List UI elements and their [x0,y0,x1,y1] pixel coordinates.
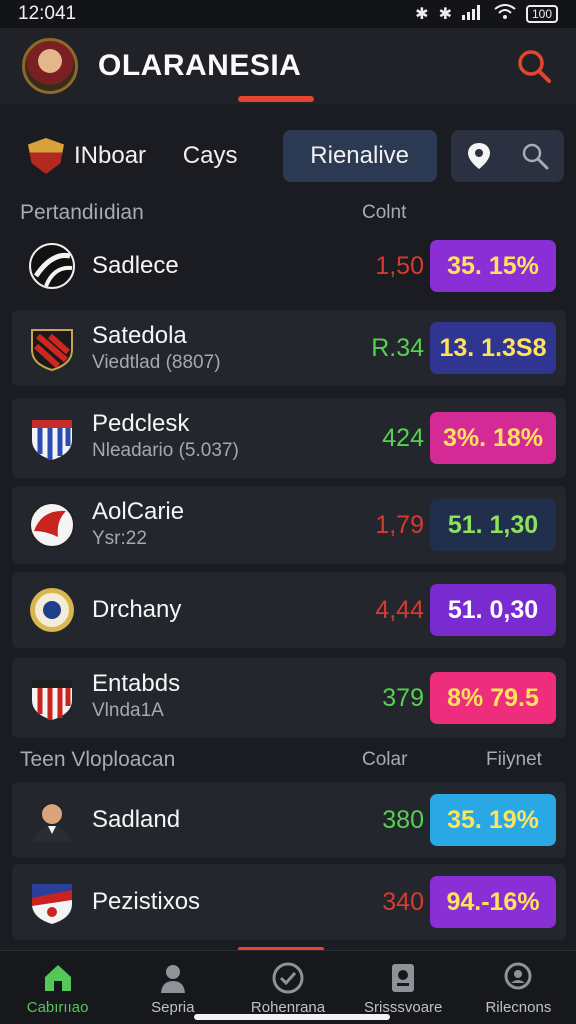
tab-cays[interactable]: Cays [167,130,275,182]
title-underline [238,96,314,102]
search-icon[interactable] [520,141,550,171]
odds-value: 1,50 [375,251,424,280]
location-icon[interactable] [465,141,493,171]
gold-blue-seal-icon [30,588,74,632]
bottom-nav: Cabırııao Sepria Rohenrana Srisssvoare R… [0,950,576,1024]
team-name: Satedola [92,322,187,349]
match-row[interactable]: Drchany 4,44 51. 0,30 [12,572,566,648]
tab-rienalive[interactable]: Rienalive [282,130,437,182]
match-row[interactable]: Satedola Viedtlad (8807) R.34 13. 1.3S8 [12,310,566,386]
percentage-pill[interactable]: 51. 0,30 [430,584,556,636]
team-crest-icon [28,138,64,174]
nfc-icon: ✱ [438,6,452,23]
section-title: Teen Vloploacan [20,748,176,771]
signal-icon [461,4,484,25]
team-subtitle: Vlnda1A [92,700,164,721]
pill-value: 51. 0,30 [447,595,539,624]
match-row[interactable]: AolCarie Ysr:22 1,79 51. 1,30 [12,486,566,564]
team-subtitle: Viedtlad (8807) [92,352,221,373]
player-name: Pezistixos [92,888,201,915]
red-white-ball-icon [29,502,75,548]
battery-icon: 100 [525,5,558,23]
team-name: Drchany [92,596,182,623]
team-name: Sadlece [92,252,179,279]
odds-value: R.34 [371,333,424,362]
status-icons: ✱ ✱ 100 [415,3,558,25]
search-icon[interactable] [514,46,554,86]
red-blue-stripes-crest-icon [32,420,72,460]
section-header-players: Teen Vloploacan Colar Fiiynet [0,740,576,780]
red-white-stripes-crest-icon [32,680,72,720]
tab-label: INboar [74,142,147,169]
black-white-ball-icon [29,243,75,289]
app-title: OLARANESIA [98,49,302,82]
search-profile-icon [504,962,532,990]
bluetooth-icon: ✱ [415,6,429,23]
odds-value: 1,79 [375,510,424,539]
pill-value: 3%. 18% [442,423,544,452]
percentage-pill[interactable]: 35. 19% [430,794,556,846]
tab-label: Rienalive [310,142,410,169]
team-subtitle: Nleadario (5.037) [92,440,239,461]
odds-value: 380 [382,805,424,834]
nav-label: Sepria [151,999,195,1016]
percentage-pill[interactable]: 8% 79.5 [430,672,556,724]
percentage-pill[interactable]: 3%. 18% [430,412,556,464]
nav-label: Cabırııao [26,999,89,1016]
team-subtitle: Ysr:22 [92,528,147,549]
people-icon [160,965,185,993]
status-time: 12:041 [18,3,77,24]
column-header-color: Colar [362,749,408,770]
odds-value: 4,44 [375,595,424,624]
tab-inbox[interactable]: INboar [12,130,159,182]
odds-value: 379 [382,683,424,712]
pill-value: 8% 79.5 [447,683,539,712]
red-black-crest-icon [31,329,73,372]
section-header-matches: Pertandiıdian Colnt [0,193,576,233]
pill-value: 13. 1.3S8 [439,333,547,362]
column-header-final: Fiiynet [486,749,542,770]
player-portrait-icon [34,803,70,842]
player-row[interactable]: Sadland 380 35. 19% [12,782,566,858]
column-header-count: Colnt [362,202,407,223]
match-row[interactable]: Sadlece 1,50 35. 15% [12,228,566,304]
tab-tools [450,130,564,182]
team-name: AolCarie [92,498,185,525]
odds-value: 340 [382,887,424,916]
status-bar: 12:041 ✱ ✱ 100 [0,0,576,28]
nav-search-profile[interactable]: Rilecnons [461,951,576,1024]
player-row[interactable]: Pezistixos 340 94.-16% [12,864,566,940]
section-title: Pertandiıdian [20,201,144,224]
pill-value: 51. 1,30 [447,510,539,539]
tab-label: Cays [182,142,238,169]
app-bar: OLARANESIA [0,28,576,104]
match-row[interactable]: Entabds Vlnda1A 379 8% 79.5 [12,658,566,738]
pill-value: 35. 19% [447,805,539,834]
wifi-icon [494,3,516,25]
percentage-pill[interactable]: 51. 1,30 [430,499,556,551]
pill-value: 35. 15% [447,251,539,280]
nav-label: Rilecnons [485,999,552,1016]
avatar[interactable] [22,38,78,94]
nav-home[interactable]: Cabırııao [0,951,115,1024]
odds-value: 424 [382,423,424,452]
home-indicator [194,1014,390,1020]
team-name: Entabds [92,670,181,697]
percentage-pill[interactable]: 13. 1.3S8 [430,322,556,374]
home-icon [44,965,71,991]
team-name: Pedclesk [92,410,190,437]
blue-red-crest-icon [32,884,72,924]
match-row[interactable]: Pedclesk Nleadario (5.037) 424 3%. 18% [12,398,566,478]
percentage-pill[interactable]: 94.-16% [430,876,556,928]
pill-value: 94.-16% [446,887,540,916]
tab-bar: INboar Cays Rienalive [0,104,576,190]
ball-icon [272,962,304,994]
badge-icon [392,964,415,992]
player-name: Sadland [92,806,181,833]
percentage-pill[interactable]: 35. 15% [430,240,556,292]
